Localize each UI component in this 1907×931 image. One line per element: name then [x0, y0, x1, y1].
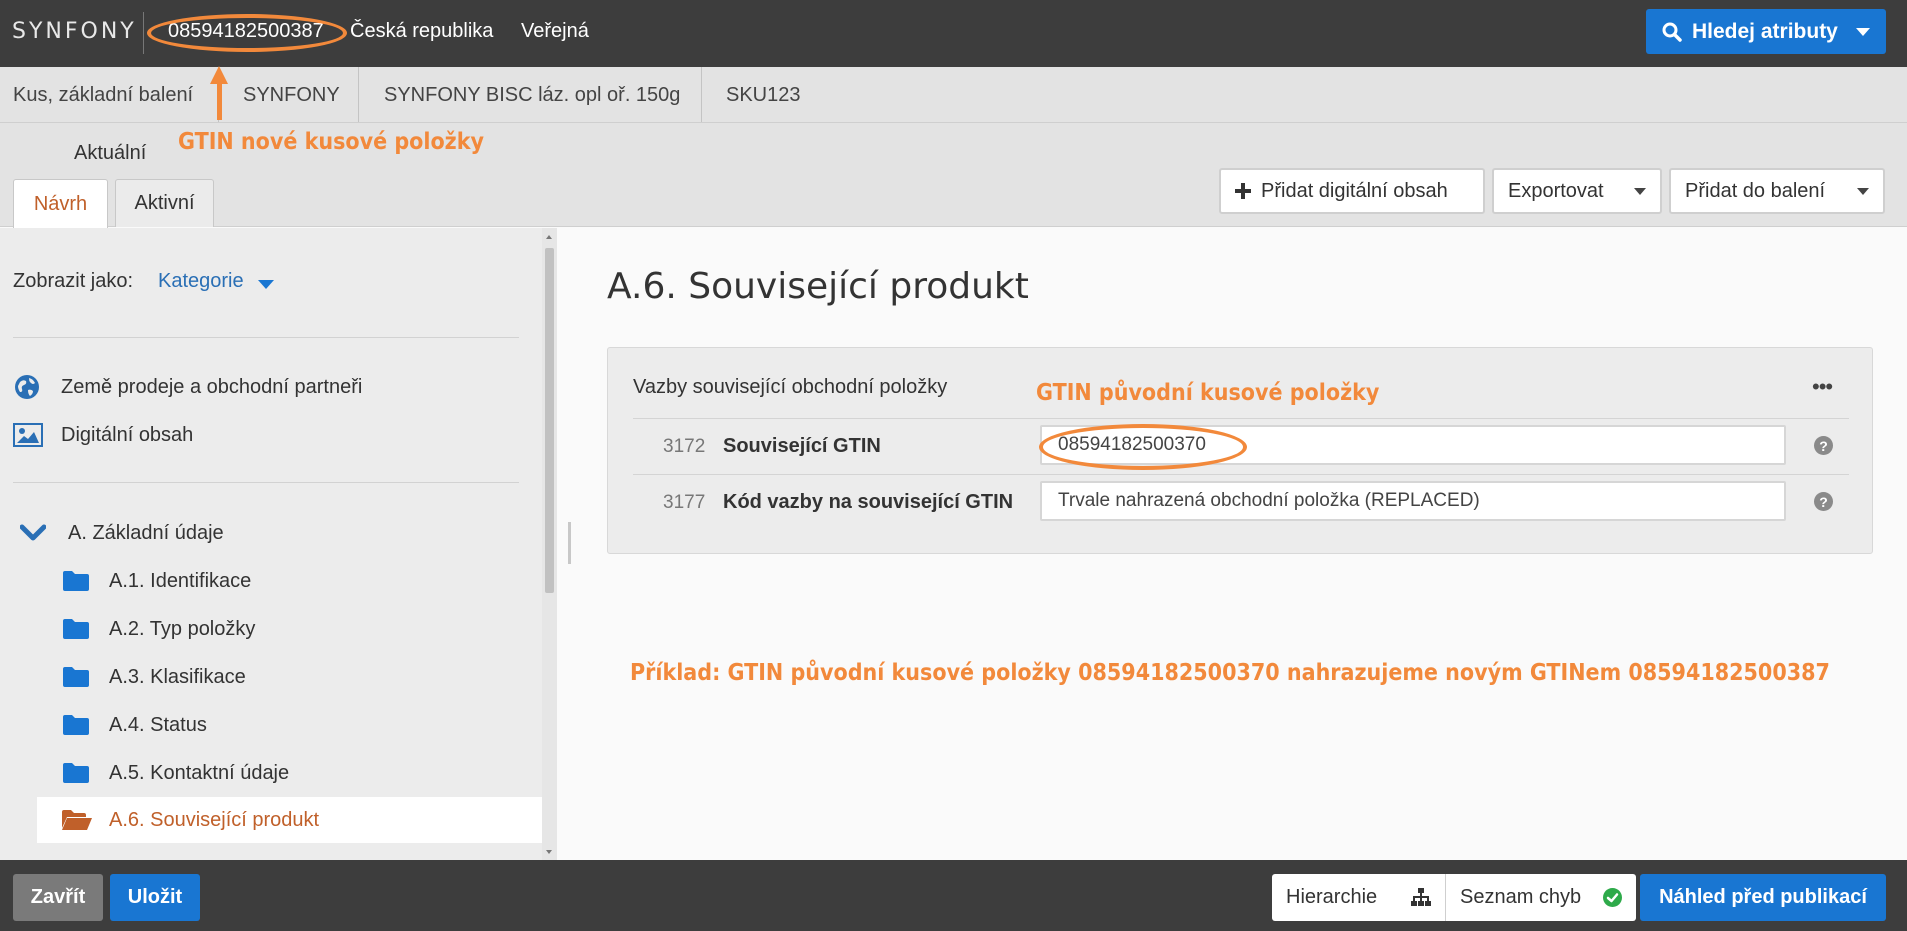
sidebar-item-label: A.1. Identifikace	[109, 569, 252, 592]
breadcrumb-item[interactable]: SYNFONY BISC láz. opl oř. 150g	[384, 84, 680, 107]
add-to-package-button[interactable]: Přidat do balení	[1669, 168, 1885, 214]
attribute-label: Související GTIN	[723, 435, 881, 457]
attribute-label: Kód vazby na související GTIN	[723, 491, 1014, 513]
check-circle-icon	[1603, 888, 1622, 913]
sitemap-icon	[1411, 888, 1431, 912]
sidebar-item-label: A.2. Typ položky	[109, 617, 256, 640]
breadcrumb-divider	[358, 67, 359, 122]
error-list-label: Seznam chyb	[1460, 886, 1582, 908]
caret-down-icon	[1856, 28, 1870, 36]
attribute-number: 3177	[663, 492, 706, 513]
relation-code-select[interactable]: Trvale nahrazená obchodní položka (REPLA…	[1040, 481, 1786, 521]
folder-icon	[62, 618, 90, 640]
search-attributes-label: Hledej atributy	[1692, 19, 1838, 43]
header-country: Česká republika	[350, 20, 494, 42]
sidebar-item-label: A.3. Klasifikace	[109, 665, 246, 688]
show-as-dropdown[interactable]: Kategorie	[158, 270, 244, 293]
header-visibility: Veřejná	[521, 20, 589, 42]
export-label: Exportovat	[1508, 179, 1604, 202]
breadcrumb-item[interactable]: SKU123	[726, 84, 801, 107]
top-bar: SYNFONY 08594182500387 Česká republika V…	[0, 0, 1907, 67]
scroll-down-icon[interactable]	[546, 850, 552, 854]
sidebar-item-label: A. Základní údaje	[68, 521, 224, 544]
folder-open-icon	[61, 809, 93, 831]
breadcrumb-item[interactable]: SYNFONY	[243, 84, 340, 107]
annotation-oval-middle	[1039, 424, 1247, 470]
brand-divider	[143, 12, 144, 54]
add-to-package-label: Přidat do balení	[1685, 179, 1826, 202]
scroll-up-icon[interactable]	[546, 235, 552, 239]
search-attributes-button[interactable]: Hledej atributy	[1646, 9, 1886, 54]
annotation-arrow-shaft	[217, 84, 222, 120]
annotation-new-gtin: GTIN nové kusové položky	[178, 129, 484, 155]
page-title: A.6. Související produkt	[607, 266, 1029, 307]
annotation-original-gtin: GTIN původní kusové položky	[1036, 380, 1380, 406]
export-button[interactable]: Exportovat	[1492, 168, 1662, 214]
related-items-panel: Vazby související obchodní položky GTIN …	[607, 347, 1873, 554]
breadcrumb-item[interactable]: Kus, základní balení	[13, 84, 193, 107]
caret-down-icon	[1857, 188, 1869, 195]
hierarchy-label: Hierarchie	[1286, 886, 1378, 908]
sidebar-divider	[13, 337, 519, 338]
tab-design[interactable]: Návrh	[13, 179, 108, 228]
show-as-label: Zobrazit jako:	[13, 270, 134, 292]
tab-row: Aktuální GTIN nové kusové položky Návrh …	[0, 123, 1907, 228]
attribute-number: 3172	[663, 436, 706, 457]
folder-icon	[62, 762, 90, 784]
sidebar-item-label: A.5. Kontaktní údaje	[109, 761, 290, 784]
plus-icon	[1235, 183, 1251, 199]
caret-down-icon[interactable]	[258, 280, 274, 289]
sidebar-item-item-type[interactable]: A.2. Typ položky	[0, 606, 542, 652]
sidebar-item-contact[interactable]: A.5. Kontaktní údaje	[0, 750, 542, 796]
globe-icon	[14, 374, 40, 400]
preview-before-publish-button[interactable]: Náhled před publikací	[1640, 874, 1886, 921]
sidebar-item-sales-countries[interactable]: Země prodeje a obchodní partneři	[0, 364, 542, 410]
sidebar-item-status[interactable]: A.4. Status	[0, 702, 542, 748]
caret-down-icon	[1634, 188, 1646, 195]
row-divider	[633, 418, 1849, 419]
sidebar-item-classification[interactable]: A.3. Klasifikace	[0, 654, 542, 700]
sidebar-item-digital-content[interactable]: Digitální obsah	[0, 412, 542, 458]
row-divider	[633, 474, 1849, 475]
folder-icon	[62, 666, 90, 688]
folder-icon	[62, 570, 90, 592]
help-icon[interactable]: ?	[1814, 436, 1833, 455]
sidebar-item-related-product[interactable]: A.6. Související produkt	[37, 797, 542, 843]
breadcrumb-divider	[701, 67, 702, 122]
error-list-button[interactable]: Seznam chyb	[1445, 874, 1636, 921]
sidebar-item-identification[interactable]: A.1. Identifikace	[0, 558, 542, 604]
sidebar-divider	[13, 482, 519, 483]
chevron-down-icon	[20, 524, 46, 542]
more-options-icon[interactable]: •••	[1812, 376, 1833, 398]
image-icon	[13, 423, 43, 447]
close-button[interactable]: Zavřít	[13, 874, 103, 921]
category-sidebar: Zobrazit jako: Kategorie Země prodeje a …	[0, 228, 557, 860]
brand-logo: SYNFONY	[12, 19, 137, 44]
hierarchy-button[interactable]: Hierarchie	[1272, 874, 1445, 921]
sidebar-scroll-thumb[interactable]	[545, 248, 554, 593]
add-digital-content-button[interactable]: Přidat digitální obsah	[1219, 168, 1485, 214]
annotation-oval-top	[147, 14, 347, 52]
panel-resize-handle[interactable]	[568, 522, 571, 564]
sidebar-section-basic-data[interactable]: A. Základní údaje	[0, 510, 542, 556]
annotation-arrow-head	[210, 66, 228, 84]
sidebar-item-label: A.6. Související produkt	[109, 808, 320, 831]
current-version-label: Aktuální	[74, 142, 147, 164]
sidebar-item-label: A.4. Status	[109, 713, 207, 736]
annotation-example: Příklad: GTIN původní kusové položky 085…	[630, 660, 1830, 686]
add-digital-content-label: Přidat digitální obsah	[1261, 179, 1448, 202]
panel-title: Vazby související obchodní položky	[633, 376, 948, 398]
footer-bar: Zavřít Uložit Hierarchie Seznam chyb Náh…	[0, 860, 1907, 931]
tab-active[interactable]: Aktivní	[115, 179, 214, 227]
save-button[interactable]: Uložit	[110, 874, 200, 921]
help-icon[interactable]: ?	[1814, 492, 1833, 511]
search-icon	[1662, 22, 1682, 42]
breadcrumb: Kus, základní balení SYNFONY SYNFONY BIS…	[0, 67, 1907, 123]
sidebar-item-label: Země prodeje a obchodní partneři	[61, 375, 363, 398]
folder-icon	[62, 714, 90, 736]
sidebar-item-label: Digitální obsah	[61, 423, 194, 446]
